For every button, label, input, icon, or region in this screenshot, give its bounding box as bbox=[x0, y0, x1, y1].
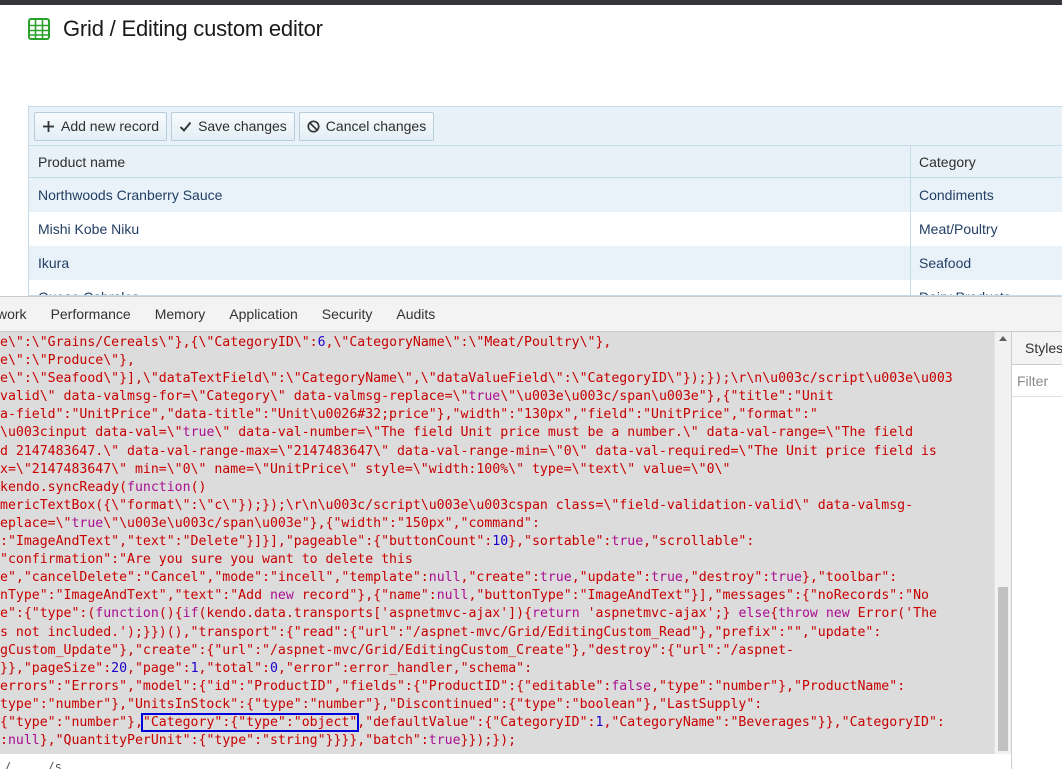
devtools-body: e\":\"Grains/Cereals\"},{\"CategoryID\":… bbox=[0, 332, 1062, 769]
product-name-cell[interactable]: Queso Cabrales bbox=[29, 280, 911, 295]
code-line: :"ImageAndText","text":"Delete"}]}],"pag… bbox=[0, 534, 755, 550]
plus-icon bbox=[43, 120, 54, 132]
code-line: x=\"2147483647\" min=\"0\" name=\"UnitPr… bbox=[0, 461, 731, 477]
add-new-record-button[interactable]: Add new record bbox=[34, 111, 168, 141]
category-cell[interactable]: Meat/Poultry bbox=[911, 212, 1062, 246]
page-title: Grid / Editing custom editor bbox=[63, 16, 323, 41]
category-cell[interactable]: Dairy Products bbox=[911, 280, 1062, 295]
code-line: :null},"QuantityPerUnit":{"type":"string… bbox=[0, 733, 517, 749]
table-row[interactable]: Mishi Kobe Niku Meat/Poultry bbox=[29, 212, 1062, 246]
column-header-category[interactable]: Category bbox=[911, 146, 1062, 177]
code-line: e":{"type":(function(){if(kendo.data.tra… bbox=[0, 606, 937, 622]
table-row[interactable]: Queso Cabrales Dairy Products bbox=[29, 280, 1062, 295]
browser-top-bar bbox=[0, 0, 1062, 5]
vertical-scrollbar[interactable] bbox=[994, 332, 1011, 754]
column-header-product-name[interactable]: Product name bbox=[29, 146, 911, 177]
tab-memory[interactable]: Memory bbox=[143, 297, 218, 332]
cancel-changes-label: Cancel changes bbox=[325, 118, 427, 134]
grid-header-row: Product name Category bbox=[29, 146, 1062, 178]
save-changes-button[interactable]: Save changes bbox=[171, 111, 295, 141]
table-row[interactable]: Northwoods Cranberry Sauce Condiments bbox=[29, 178, 1062, 212]
tab-performance[interactable]: Performance bbox=[39, 297, 143, 332]
console-text: / ... /s bbox=[4, 760, 62, 769]
code-line: kendo.syncReady(function() bbox=[0, 479, 207, 495]
code-line: e\":\"Produce\"}, bbox=[0, 353, 135, 369]
grid-toolbar: Add new record Save changes Cancel chang… bbox=[29, 107, 1062, 146]
add-new-record-label: Add new record bbox=[61, 118, 160, 134]
tab-application[interactable]: Application bbox=[217, 297, 310, 332]
code-line: type":"number"},"UnitsInStock":{"type":"… bbox=[0, 696, 763, 712]
code-line: a-field":"UnitPrice","data-title":"Unit\… bbox=[0, 407, 818, 423]
code-line: errors":"Errors","model":{"id":"ProductI… bbox=[0, 678, 906, 694]
product-name-cell[interactable]: Northwoods Cranberry Sauce bbox=[29, 178, 911, 212]
product-name-cell[interactable]: Ikura bbox=[29, 246, 911, 280]
code-line: nType":"ImageAndText","text":"Add new re… bbox=[0, 588, 929, 604]
category-cell[interactable]: Seafood bbox=[911, 246, 1062, 280]
cancel-icon bbox=[307, 119, 320, 133]
code-line: d 2147483647.\" data-val-range-max=\"214… bbox=[0, 443, 937, 459]
cancel-changes-button[interactable]: Cancel changes bbox=[298, 111, 435, 141]
code-line: }},"pageSize":20,"page":1,"total":0,"err… bbox=[0, 660, 533, 676]
grid-icon bbox=[28, 18, 50, 40]
code-line: {"type":"number"},"Category":{"type":"ob… bbox=[0, 712, 945, 732]
code-line: valid\" data-valmsg-for=\"Category\" dat… bbox=[0, 389, 834, 405]
tab-styles[interactable]: Styles bbox=[1012, 332, 1062, 365]
source-code-lines: e\":\"Grains/Cereals\"},{\"CategoryID\":… bbox=[0, 334, 953, 750]
tab-audits[interactable]: Audits bbox=[384, 297, 447, 332]
scrollbar-thumb[interactable] bbox=[998, 587, 1008, 751]
code-line: e\":\"Seafood\"}],\"dataTextField\":\"Ca… bbox=[0, 371, 953, 387]
tab-network[interactable]: work bbox=[0, 297, 39, 332]
code-line: \u003cinput data-val=\"true\" data-val-n… bbox=[0, 425, 914, 441]
tab-security[interactable]: Security bbox=[310, 297, 385, 332]
code-line: eplace=\"true\"\u003e\u003c/span\u003e"}… bbox=[0, 515, 540, 531]
highlighted-category-field: "Category":{"type":"object" bbox=[140, 712, 360, 732]
table-row[interactable]: Ikura Seafood bbox=[29, 246, 1062, 280]
check-icon bbox=[179, 121, 192, 132]
source-code-view[interactable]: e\":\"Grains/Cereals\"},{\"CategoryID\":… bbox=[0, 332, 994, 754]
styles-filter-input[interactable]: Filter bbox=[1012, 365, 1062, 397]
devtools-tab-bar: work Performance Memory Application Secu… bbox=[0, 297, 1062, 332]
scroll-up-arrow-icon[interactable] bbox=[999, 336, 1007, 341]
code-line: e","cancelDelete":"Cancel","mode":"incel… bbox=[0, 570, 898, 586]
product-name-cell[interactable]: Mishi Kobe Niku bbox=[29, 212, 911, 246]
page-header: Grid / Editing custom editor bbox=[27, 14, 323, 44]
code-line: e\":\"Grains/Cereals\"},{\"CategoryID\":… bbox=[0, 335, 612, 350]
devtools-panel: work Performance Memory Application Secu… bbox=[0, 296, 1062, 769]
code-line: s not included.');}})(),"transport":{"re… bbox=[0, 624, 882, 640]
code-line: mericTextBox({\"format\":\"c\"});});\r\n… bbox=[0, 497, 914, 513]
kendo-grid: Add new record Save changes Cancel chang… bbox=[28, 106, 1062, 296]
console-strip: / ... /s bbox=[0, 754, 994, 769]
category-cell[interactable]: Condiments bbox=[911, 178, 1062, 212]
code-line: gCustom_Update"},"create":{"url":"/aspne… bbox=[0, 642, 794, 658]
styles-pane: Styles Filter bbox=[1011, 332, 1062, 769]
save-changes-label: Save changes bbox=[198, 118, 287, 134]
code-line: "confirmation":"Are you sure you want to… bbox=[0, 552, 413, 568]
